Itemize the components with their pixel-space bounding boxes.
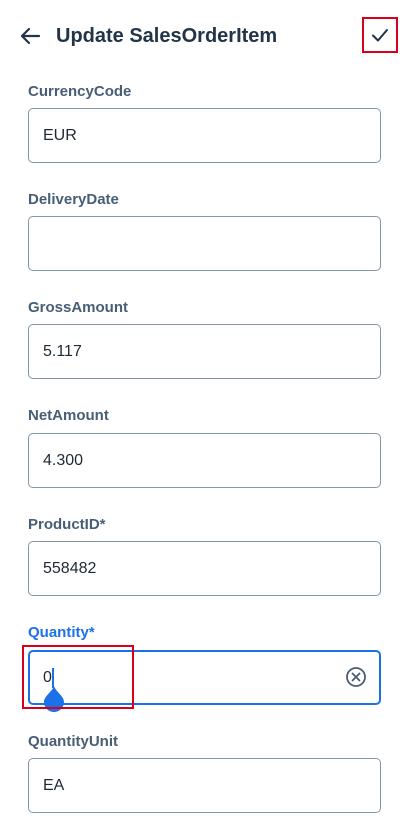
save-button[interactable]	[362, 17, 398, 53]
currency-code-input[interactable]	[28, 108, 381, 163]
net-amount-input[interactable]	[28, 433, 381, 488]
delivery-date-input[interactable]	[28, 216, 381, 271]
back-button[interactable]	[12, 18, 48, 54]
field-label-currency-code: CurrencyCode	[28, 83, 132, 100]
cursor-handle[interactable]	[43, 684, 65, 712]
field-label-net-amount: NetAmount	[28, 407, 109, 424]
field-label-quantity-unit: QuantityUnit	[28, 733, 118, 750]
clear-quantity-button[interactable]	[344, 665, 368, 689]
clear-circle-icon	[346, 667, 366, 687]
teardrop-handle-icon	[44, 686, 64, 712]
gross-amount-input[interactable]	[28, 324, 381, 379]
field-label-delivery-date: DeliveryDate	[28, 191, 119, 208]
product-id-input[interactable]	[28, 541, 381, 596]
quantity-input[interactable]	[28, 650, 381, 705]
checkmark-icon	[372, 29, 388, 42]
page-title: Update SalesOrderItem	[56, 25, 278, 47]
arrow-left-icon	[20, 27, 41, 45]
quantity-unit-input[interactable]	[28, 758, 381, 813]
field-label-gross-amount: GrossAmount	[28, 299, 129, 316]
app-bar: Update SalesOrderItem	[0, 0, 408, 72]
field-label-quantity: Quantity*	[28, 624, 95, 641]
field-label-product-id: ProductID*	[28, 516, 106, 533]
